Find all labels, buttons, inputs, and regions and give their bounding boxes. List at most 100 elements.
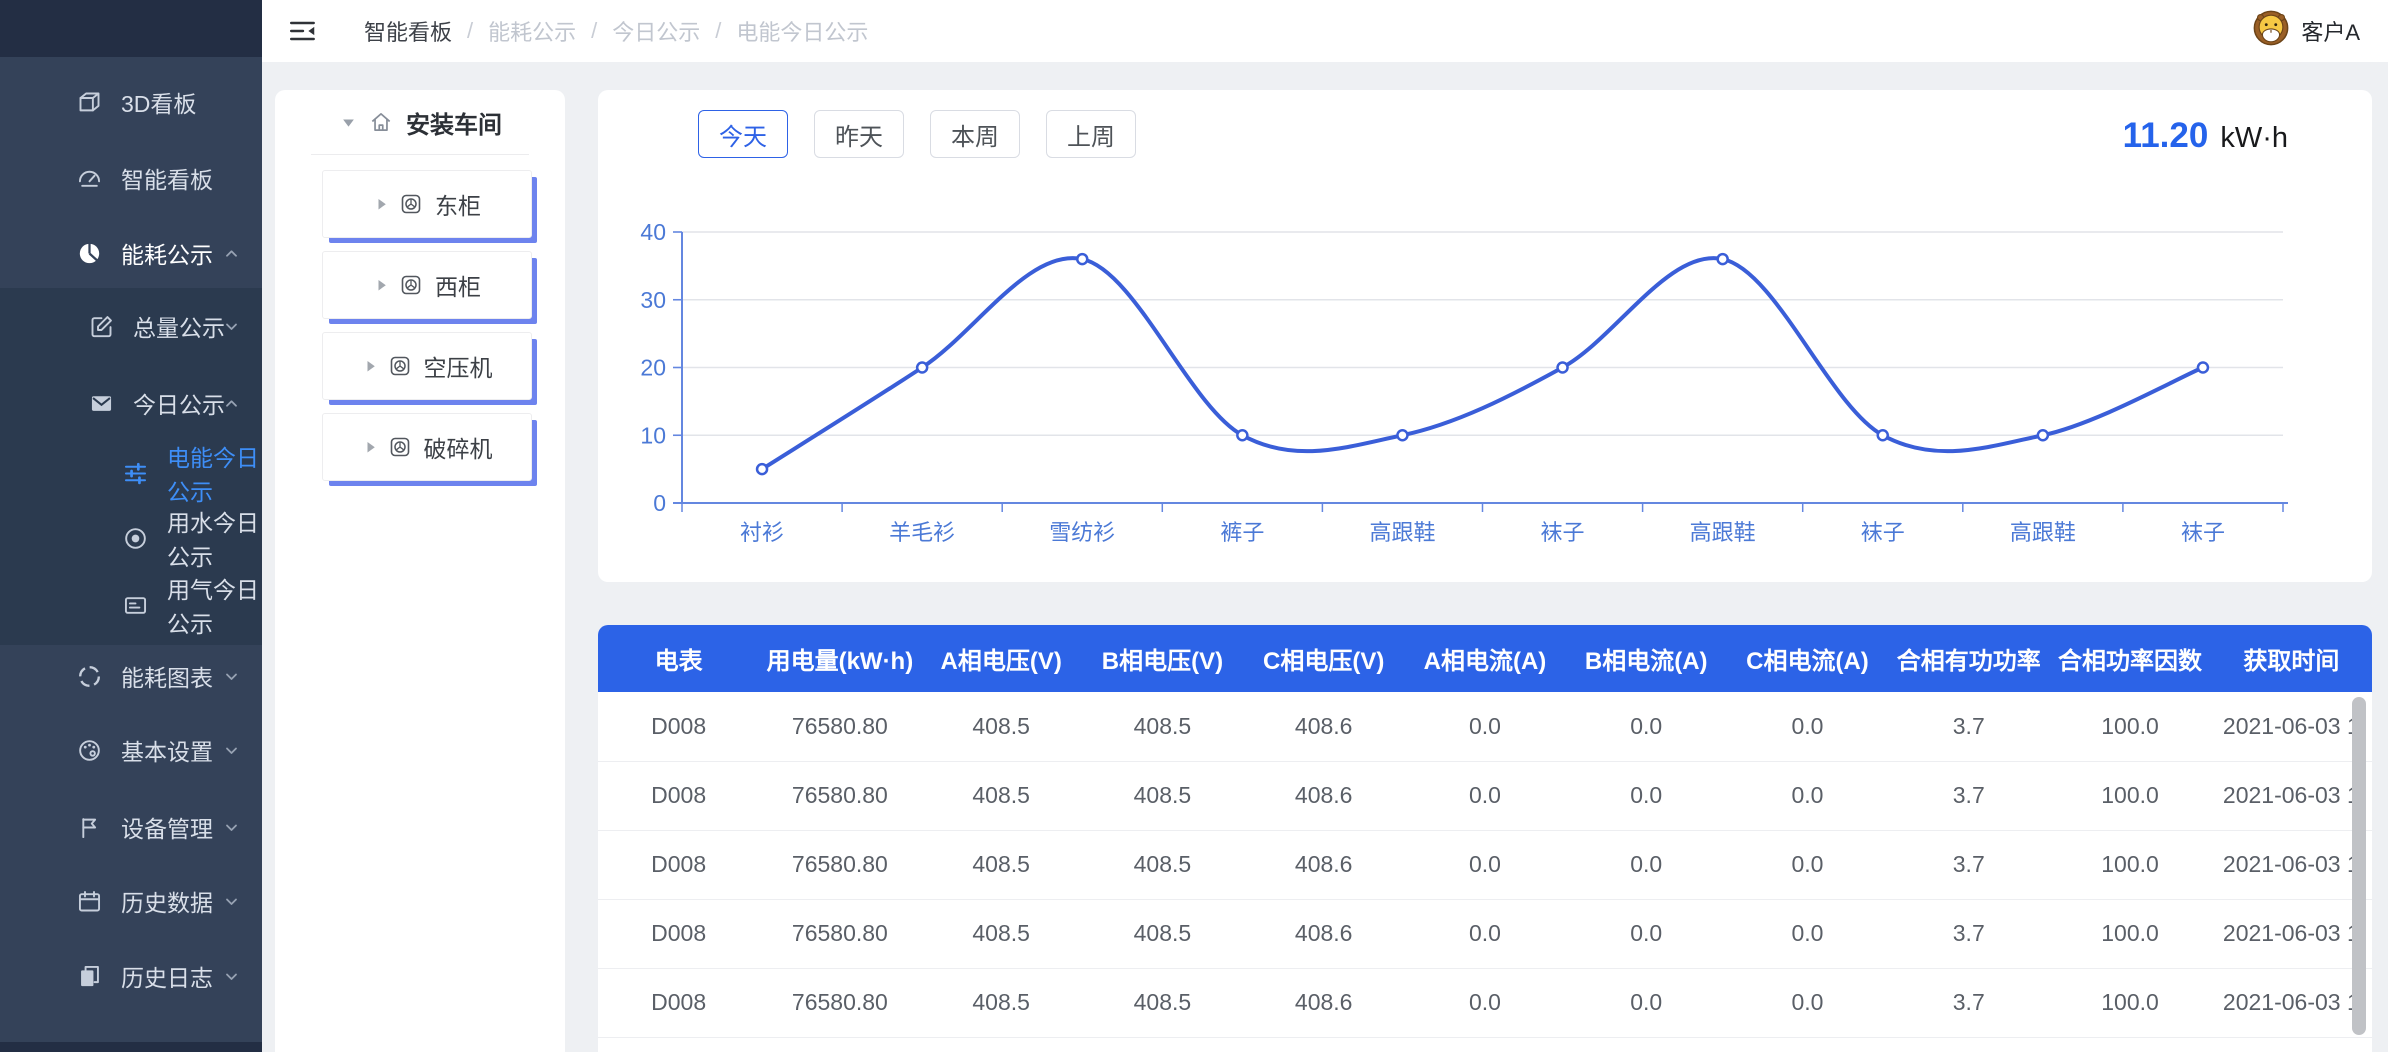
table-cell: 408.5 (1082, 899, 1243, 968)
sidebar-item-历史数据[interactable]: 历史数据 (0, 863, 262, 939)
col-header-获取时间: 获取时间 (2211, 625, 2372, 692)
svg-text:高跟鞋: 高跟鞋 (1369, 520, 1435, 545)
table-cell: 2021-06-03 1 (2211, 899, 2372, 968)
table-cell: D008 (598, 830, 759, 899)
total-value: 11.20 (2123, 116, 2209, 156)
caret-right-icon[interactable] (373, 278, 387, 292)
table-cell: D008 (598, 761, 759, 830)
sidebar-item-设备管理[interactable]: 设备管理 (0, 789, 262, 865)
col-header-用电量(kW·h): 用电量(kW·h) (759, 625, 920, 692)
col-header-A相电流(A): A相电流(A) (1404, 625, 1565, 692)
table-cell: 408.5 (1082, 830, 1243, 899)
svg-text:20: 20 (640, 355, 666, 381)
sidebar-item-用气今日公示[interactable]: 用气今日公示 (0, 567, 262, 643)
caret-right-icon[interactable] (362, 440, 376, 454)
sidebar-item-label: 设备管理 (121, 810, 213, 844)
range-button-本周[interactable]: 本周 (930, 110, 1020, 158)
sidebar-item-3D看板[interactable]: 3D看板 (0, 64, 262, 140)
table-cell: 0.0 (1727, 830, 1888, 899)
sidebar-item-label: 历史数据 (121, 884, 213, 918)
table-cell: 2021-06-03 1 (2211, 761, 2372, 830)
segmented-circle-icon (76, 663, 103, 690)
file-copy-icon (76, 963, 103, 990)
caret-right-icon[interactable] (362, 359, 376, 373)
sidebar-item-历史日志[interactable]: 历史日志 (0, 938, 262, 1014)
user-name: 客户A (2301, 15, 2360, 47)
table-cell: 408.6 (1243, 968, 1404, 1037)
sidebar: 3D看板智能看板能耗公示总量公示今日公示电能今日公示用水今日公示用气今日公示能耗… (0, 0, 262, 1052)
table-cell: 0.0 (1566, 968, 1727, 1037)
sidebar-item-今日公示[interactable]: 今日公示 (0, 365, 262, 441)
device-tree-panel: 安装车间 东柜西柜空压机破碎机 (275, 90, 565, 1052)
sidebar-item-总量公示[interactable]: 总量公示 (0, 288, 262, 364)
table-cell: D008 (598, 899, 759, 968)
divider (311, 154, 529, 155)
sidebar-bottom-strip (0, 1042, 262, 1052)
svg-text:裤子: 裤子 (1220, 520, 1264, 545)
tree-node-西柜[interactable]: 西柜 (322, 251, 532, 319)
sidebar-item-能耗公示[interactable]: 能耗公示 (0, 215, 262, 291)
total-unit: kW·h (2220, 122, 2288, 155)
pie-chart-icon (76, 240, 103, 267)
col-header-合相有功功率: 合相有功功率 (1888, 625, 2049, 692)
table-cell: 100.0 (2049, 761, 2210, 830)
table-cell: 3.7 (1888, 899, 2049, 968)
menu-fold-icon[interactable] (288, 18, 318, 44)
svg-text:衬衫: 衬衫 (740, 520, 784, 545)
svg-text:高跟鞋: 高跟鞋 (2010, 520, 2076, 545)
sidebar-item-基本设置[interactable]: 基本设置 (0, 712, 262, 788)
sidebar-item-用水今日公示[interactable]: 用水今日公示 (0, 500, 262, 576)
table-cell: 76580.80 (759, 899, 920, 968)
table-row: D00876580.80408.5408.5408.60.00.00.03.71… (598, 761, 2372, 830)
breadcrumb-item-今日公示[interactable]: 今日公示 (612, 15, 700, 47)
table-cell: D008 (598, 968, 759, 1037)
table-cell: D008 (598, 692, 759, 761)
line-chart: 010203040衬衫羊毛衫雪纺衫裤子高跟鞋袜子高跟鞋袜子高跟鞋袜子 (640, 215, 2340, 555)
table-cell: 0.0 (1566, 692, 1727, 761)
meter-table: 电表用电量(kW·h)A相电压(V)B相电压(V)C相电压(V)A相电流(A)B… (598, 625, 2372, 1038)
svg-text:40: 40 (640, 219, 666, 245)
breadcrumb-item-电能今日公示[interactable]: 电能今日公示 (736, 15, 868, 47)
user-menu[interactable]: 客户A (2252, 9, 2360, 53)
date-range-group: 今天昨天本周上周 (698, 110, 1136, 158)
table-cell: 408.5 (921, 968, 1082, 1037)
table-cell: 0.0 (1566, 899, 1727, 968)
lion-avatar (2252, 9, 2290, 53)
table-row: D00876580.80408.5408.5408.60.00.00.03.71… (598, 830, 2372, 899)
chevron-down-icon (223, 668, 240, 685)
tree-node-东柜[interactable]: 东柜 (322, 170, 532, 238)
col-header-B相电流(A): B相电流(A) (1566, 625, 1727, 692)
meter-icon (388, 354, 412, 378)
range-button-今天[interactable]: 今天 (698, 110, 788, 158)
table-cell: 0.0 (1404, 692, 1565, 761)
range-button-昨天[interactable]: 昨天 (814, 110, 904, 158)
tree-node-label: 东柜 (435, 187, 481, 221)
table-cell: 0.0 (1404, 830, 1565, 899)
tree-node-空压机[interactable]: 空压机 (322, 332, 532, 400)
table-cell: 0.0 (1727, 761, 1888, 830)
breadcrumb-item-智能看板[interactable]: 智能看板 (364, 15, 452, 47)
table-scrollbar-thumb[interactable] (2352, 697, 2366, 1035)
table-cell: 3.7 (1888, 968, 2049, 1037)
chevron-down-icon (223, 819, 240, 836)
svg-text:雪纺衫: 雪纺衫 (1049, 520, 1115, 545)
table-cell: 100.0 (2049, 968, 2210, 1037)
range-button-上周[interactable]: 上周 (1046, 110, 1136, 158)
table-cell: 100.0 (2049, 830, 2210, 899)
table-cell: 0.0 (1727, 968, 1888, 1037)
table-cell: 76580.80 (759, 692, 920, 761)
table-cell: 2021-06-03 1 (2211, 968, 2372, 1037)
caret-right-icon[interactable] (373, 197, 387, 211)
sidebar-item-智能看板[interactable]: 智能看板 (0, 140, 262, 216)
table-cell: 408.5 (921, 692, 1082, 761)
chevron-down-icon (223, 968, 240, 985)
sidebar-item-能耗图表[interactable]: 能耗图表 (0, 638, 262, 714)
caret-down-icon[interactable] (341, 115, 356, 130)
breadcrumb-separator: / (715, 18, 721, 44)
breadcrumb-item-能耗公示[interactable]: 能耗公示 (488, 15, 576, 47)
tree-root[interactable]: 安装车间 (275, 90, 565, 154)
sidebar-item-label: 基本设置 (121, 733, 213, 767)
table-cell: 408.6 (1243, 761, 1404, 830)
col-header-合相功率因数: 合相功率因数 (2049, 625, 2210, 692)
tree-node-破碎机[interactable]: 破碎机 (322, 413, 532, 481)
